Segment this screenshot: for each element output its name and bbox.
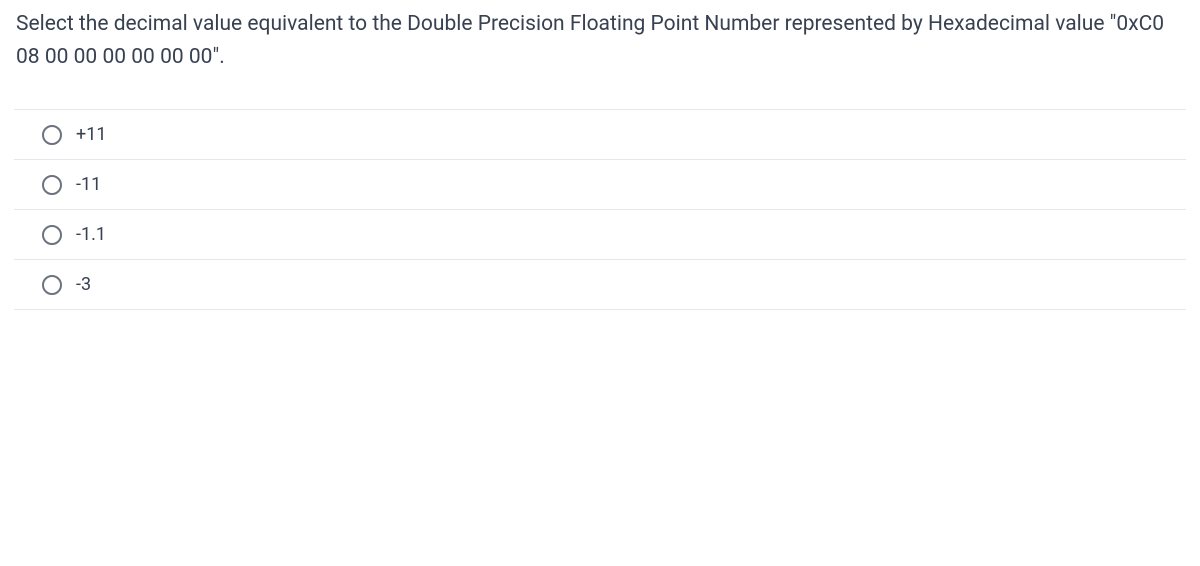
radio-icon[interactable] xyxy=(42,275,62,295)
option-row[interactable]: -3 xyxy=(14,259,1186,310)
option-row[interactable]: +11 xyxy=(14,109,1186,159)
question-text: Select the decimal value equivalent to t… xyxy=(14,8,1186,73)
option-label: -11 xyxy=(76,174,101,195)
options-list: +11 -11 -1.1 -3 xyxy=(14,109,1186,310)
option-label: -1.1 xyxy=(76,224,106,245)
radio-icon[interactable] xyxy=(42,225,62,245)
option-label: +11 xyxy=(76,124,106,145)
option-row[interactable]: -11 xyxy=(14,159,1186,209)
option-row[interactable]: -1.1 xyxy=(14,209,1186,259)
radio-icon[interactable] xyxy=(42,175,62,195)
option-label: -3 xyxy=(76,274,91,295)
radio-icon[interactable] xyxy=(42,125,62,145)
